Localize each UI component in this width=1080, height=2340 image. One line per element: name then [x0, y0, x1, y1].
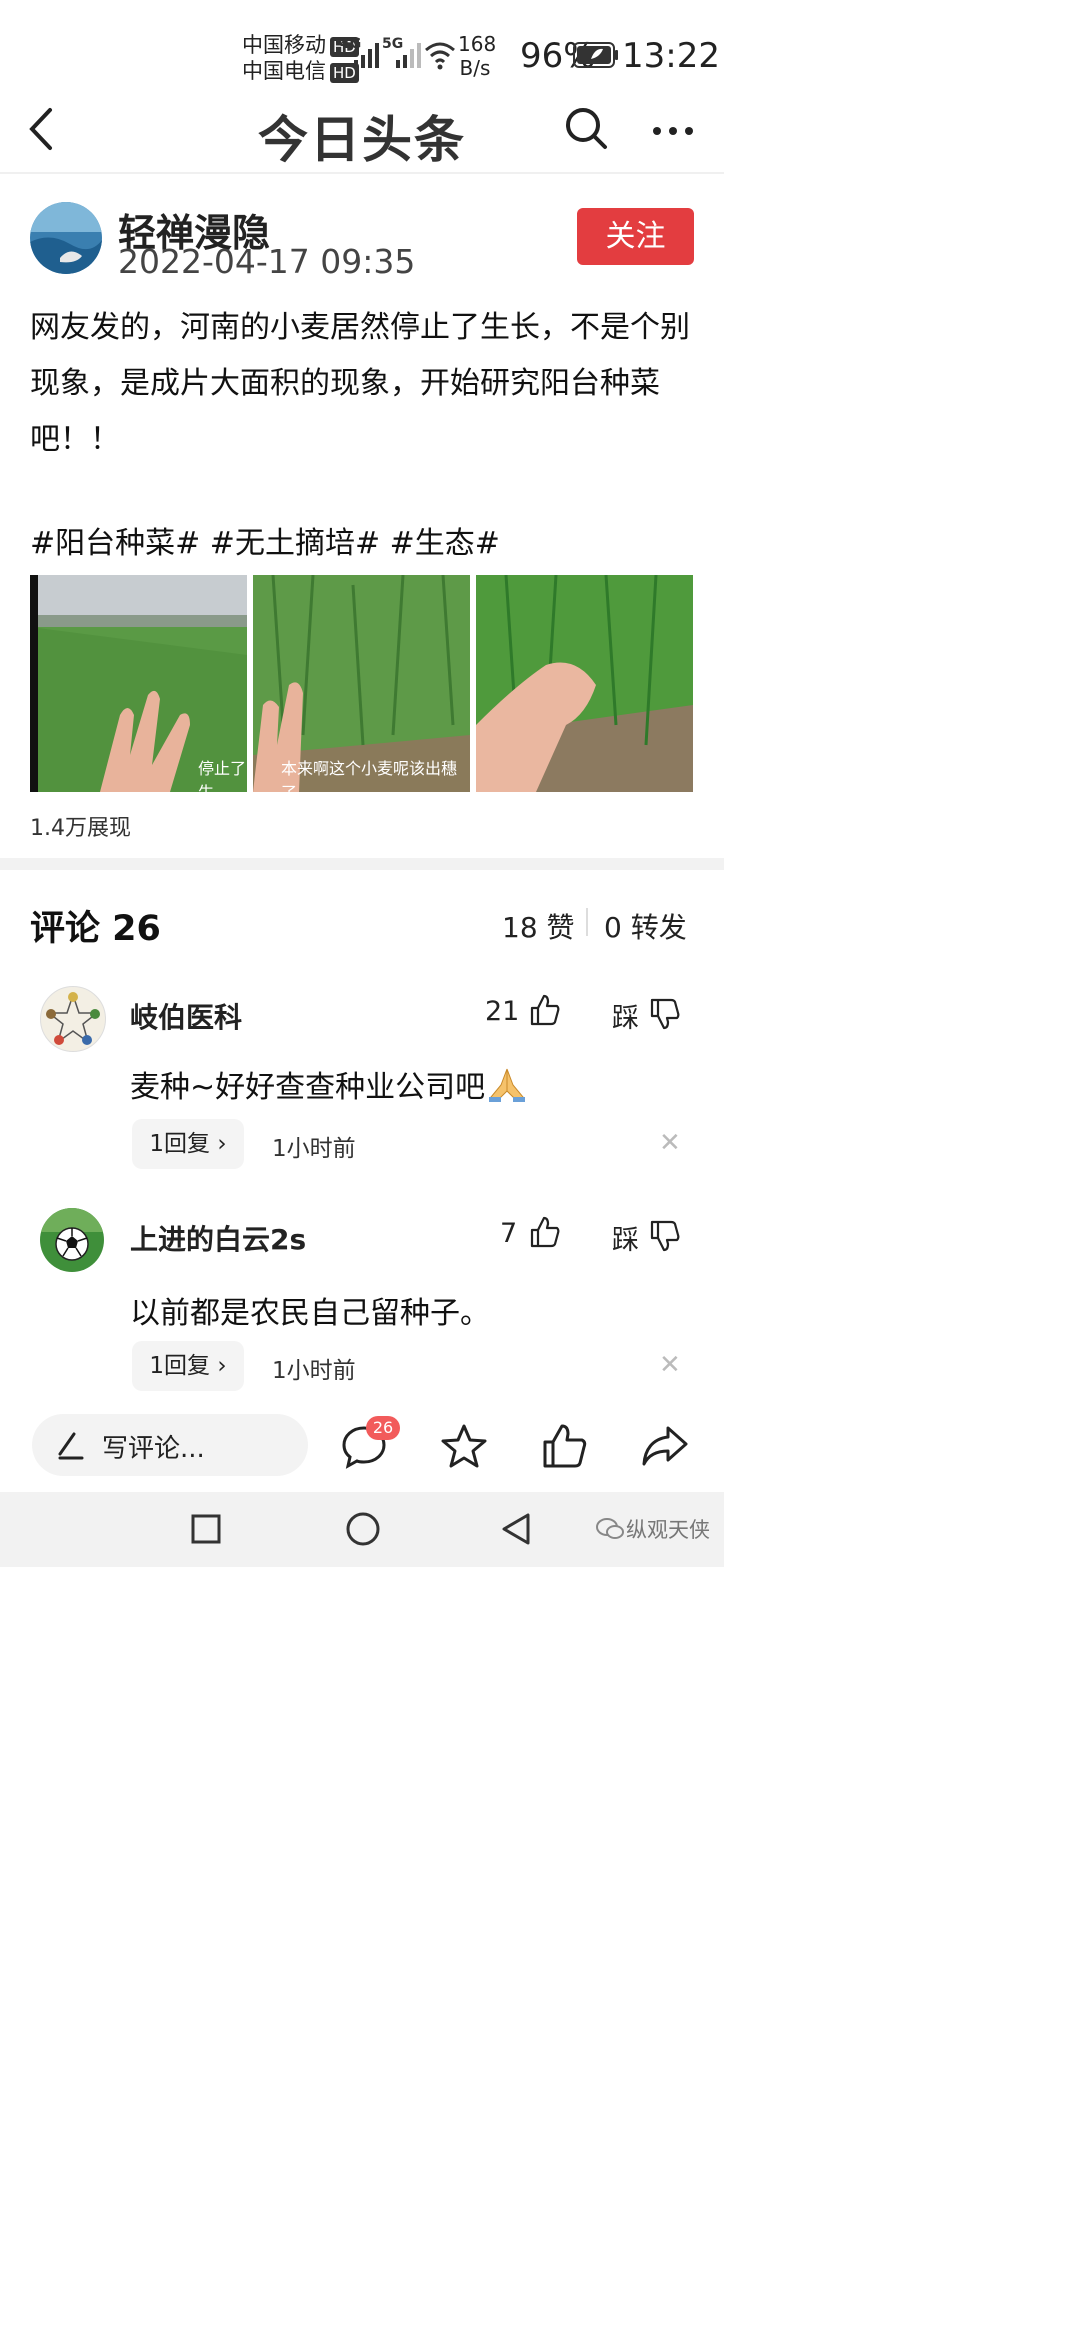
- back-nav-icon[interactable]: [500, 1512, 532, 1550]
- dislike-label[interactable]: 踩: [612, 996, 639, 1035]
- thumbs-up-icon[interactable]: [530, 994, 560, 1026]
- like-button[interactable]: [542, 1422, 588, 1470]
- comment-like-count[interactable]: 7: [500, 1218, 517, 1249]
- likes-stat[interactable]: 18 赞: [502, 906, 575, 946]
- pen-icon: [56, 1430, 84, 1464]
- write-comment-placeholder: 写评论...: [102, 1434, 205, 1464]
- chevron-right-icon: ›: [210, 1353, 227, 1379]
- chevron-right-icon: ›: [210, 1131, 227, 1157]
- commenter-name[interactable]: 岐伯医科: [130, 996, 242, 1036]
- thumbs-up-icon: [543, 1424, 587, 1468]
- image-caption: 本来啊这个小麦呢该出穗了: [281, 759, 458, 792]
- pray-emoji-icon: [487, 1067, 527, 1111]
- share-arrow-icon: [642, 1426, 688, 1466]
- post-image-2[interactable]: 本来啊这个小麦呢该出穗了: [253, 575, 470, 792]
- commenter-name[interactable]: 上进的白云2s: [130, 1218, 306, 1258]
- post-tags[interactable]: #阳台种菜# #无土摘培# #生态#: [30, 518, 500, 562]
- thumbs-down-icon[interactable]: [650, 1220, 680, 1252]
- thumbs-down-icon[interactable]: [650, 998, 680, 1030]
- close-icon[interactable]: ✕: [659, 1350, 681, 1380]
- system-nav-bar: 纵观天侠: [0, 1492, 724, 1567]
- clock: 13:22: [622, 36, 720, 76]
- home-icon[interactable]: [345, 1511, 381, 1551]
- section-divider: [0, 858, 724, 870]
- comment-text: 麦种~好好查查种业公司吧: [130, 1062, 527, 1111]
- battery-icon: [573, 42, 619, 72]
- comment-like-count[interactable]: 21: [485, 996, 519, 1027]
- comment-item: 上进的白云2s 7 踩 以前都是农民自己留种子。 1回复 › 1小时前 ✕: [30, 1200, 681, 1396]
- search-icon: [566, 108, 607, 149]
- post-image-1[interactable]: 停止了生: [30, 575, 247, 792]
- carrier-2: 中国电信 HD: [242, 56, 359, 86]
- commenter-avatar[interactable]: [40, 1208, 104, 1272]
- reply-count-button[interactable]: 1回复 ›: [132, 1119, 244, 1169]
- network-speed: 168 B/s: [458, 32, 497, 80]
- search-button[interactable]: [564, 106, 608, 150]
- comment-time: 1小时前: [272, 1136, 356, 1162]
- favorite-button[interactable]: [440, 1422, 488, 1470]
- reply-count-button[interactable]: 1回复 ›: [132, 1341, 244, 1391]
- comment-count-badge: 26: [366, 1416, 400, 1440]
- watermark-text: 纵观天侠: [626, 1518, 710, 1542]
- post-text: 网友发的，河南的小麦居然停止了生长，不是个别现象，是成片大面积的现象，开始研究阳…: [30, 310, 690, 457]
- page-title: 今日头条: [258, 111, 466, 169]
- thumbs-up-icon[interactable]: [530, 1216, 560, 1248]
- impressions-count: 1.4万展现: [30, 816, 131, 841]
- star-icon: [441, 1424, 487, 1468]
- commenter-avatar[interactable]: [40, 986, 106, 1052]
- follow-button[interactable]: 关注: [577, 208, 694, 265]
- wechat-icon: [596, 1517, 624, 1545]
- comments-title: 评论 26: [30, 909, 161, 949]
- image-caption: 停止了生: [198, 759, 247, 792]
- comment-button[interactable]: 26: [340, 1416, 400, 1474]
- bottom-action-bar: 写评论... 26: [0, 1400, 724, 1492]
- comment-item: 岐伯医科 21 踩 麦种~好好查查种业公司吧 1回复 › 1小时前 ✕: [30, 978, 681, 1174]
- nav-divider: [0, 172, 724, 174]
- post-image-3[interactable]: [476, 575, 693, 792]
- write-comment-input[interactable]: 写评论...: [32, 1414, 308, 1476]
- shares-stat[interactable]: 0 转发: [604, 906, 687, 946]
- author-avatar[interactable]: [30, 202, 102, 274]
- dislike-label[interactable]: 踩: [612, 1218, 639, 1257]
- comment-text: 以前都是农民自己留种子。: [130, 1296, 490, 1331]
- close-icon[interactable]: ✕: [659, 1128, 681, 1158]
- share-button[interactable]: [640, 1424, 690, 1468]
- recent-apps-icon[interactable]: [190, 1513, 222, 1549]
- more-button[interactable]: [652, 122, 694, 135]
- wifi-icon: [424, 40, 456, 74]
- comment-time: 1小时前: [272, 1358, 356, 1384]
- stat-divider: [586, 908, 588, 936]
- more-horizontal-icon: [653, 127, 693, 135]
- post-timestamp: 2022-04-17 09:35: [118, 242, 416, 281]
